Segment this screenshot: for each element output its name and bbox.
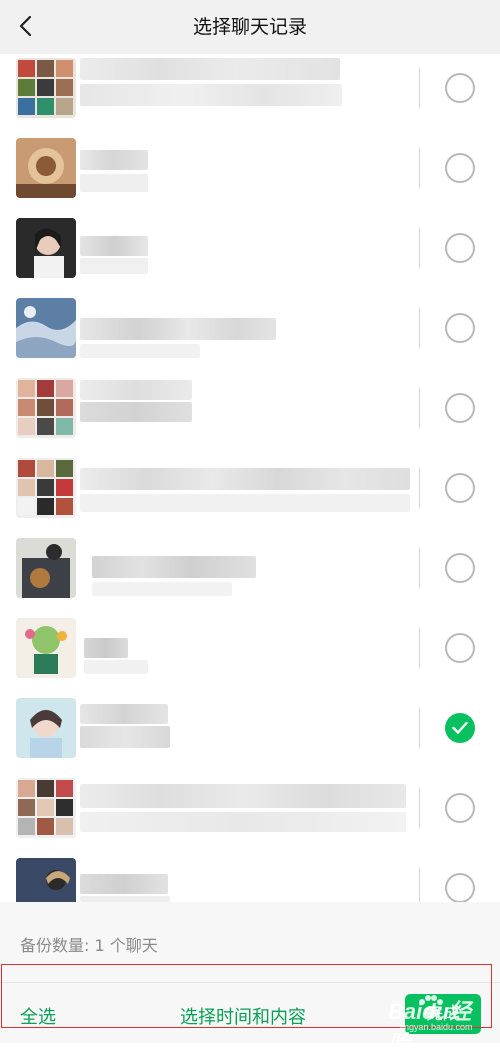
group-avatar [16,778,76,838]
avatar [16,858,76,902]
chat-row[interactable] [0,454,500,534]
blurred-preview [92,582,232,596]
blurred-preview [80,174,148,192]
blurred-name [80,468,410,490]
chat-row[interactable] [0,134,500,214]
blurred-name [92,556,256,578]
row-divider [419,548,420,588]
chat-row[interactable] [0,694,500,774]
select-radio[interactable] [445,153,475,183]
avatar [16,618,76,678]
select-all-button[interactable]: 全选 [20,1003,56,1029]
avatar [16,298,76,358]
blurred-preview [80,258,148,274]
select-radio[interactable] [445,73,475,103]
blurred-name [80,704,168,724]
select-time-content-button[interactable]: 选择时间和内容 [180,1003,306,1029]
header-bar: 选择聊天记录 [0,0,500,54]
avatar [16,138,76,198]
select-radio[interactable] [445,633,475,663]
row-divider [419,148,420,188]
chat-row[interactable] [0,774,500,854]
select-radio-checked[interactable] [445,713,475,743]
blurred-name [80,784,406,808]
blurred-preview [84,660,148,674]
group-avatar [16,58,76,118]
select-radio[interactable] [445,873,475,902]
select-radio[interactable] [445,793,475,823]
row-divider [419,868,420,902]
row-divider [419,308,420,348]
bottom-action-bar: 全选 选择时间和内容 完成 [0,982,500,1043]
blurred-name [80,874,168,894]
blurred-name [80,380,192,400]
blurred-preview [80,84,342,106]
avatar [16,538,76,598]
row-divider [419,228,420,268]
chat-list[interactable] [0,54,500,902]
select-radio[interactable] [445,393,475,423]
checkmark-icon [452,721,468,734]
select-radio[interactable] [445,553,475,583]
select-radio[interactable] [445,233,475,263]
blurred-preview [80,812,406,832]
blurred-preview [80,726,170,748]
group-avatar [16,458,76,518]
backup-count-label: 备份数量: 1 个聊天 [20,936,158,955]
blurred-preview [80,494,410,512]
select-radio[interactable] [445,473,475,503]
blurred-name [80,318,276,340]
chat-row[interactable] [0,54,500,134]
row-divider [419,468,420,508]
chat-row[interactable] [0,614,500,694]
avatar [16,698,76,758]
group-avatar [16,378,76,438]
chat-row[interactable] [0,294,500,374]
row-divider [419,628,420,668]
blurred-name [84,638,128,658]
chat-row[interactable] [0,534,500,614]
blurred-preview [80,344,200,358]
row-divider [419,708,420,748]
backup-summary-bar: 备份数量: 1 个聊天 [0,902,500,982]
chat-row[interactable] [0,374,500,454]
row-divider [419,68,420,108]
blurred-preview [80,402,192,422]
chat-row[interactable] [0,214,500,294]
blurred-name [80,150,148,170]
row-divider [419,388,420,428]
row-divider [419,788,420,828]
page-title: 选择聊天记录 [192,16,307,38]
blurred-name [80,58,340,80]
chat-row[interactable] [0,854,500,902]
avatar [16,218,76,278]
done-button[interactable]: 完成 [405,994,481,1034]
blurred-name [80,236,148,256]
select-radio[interactable] [445,313,475,343]
